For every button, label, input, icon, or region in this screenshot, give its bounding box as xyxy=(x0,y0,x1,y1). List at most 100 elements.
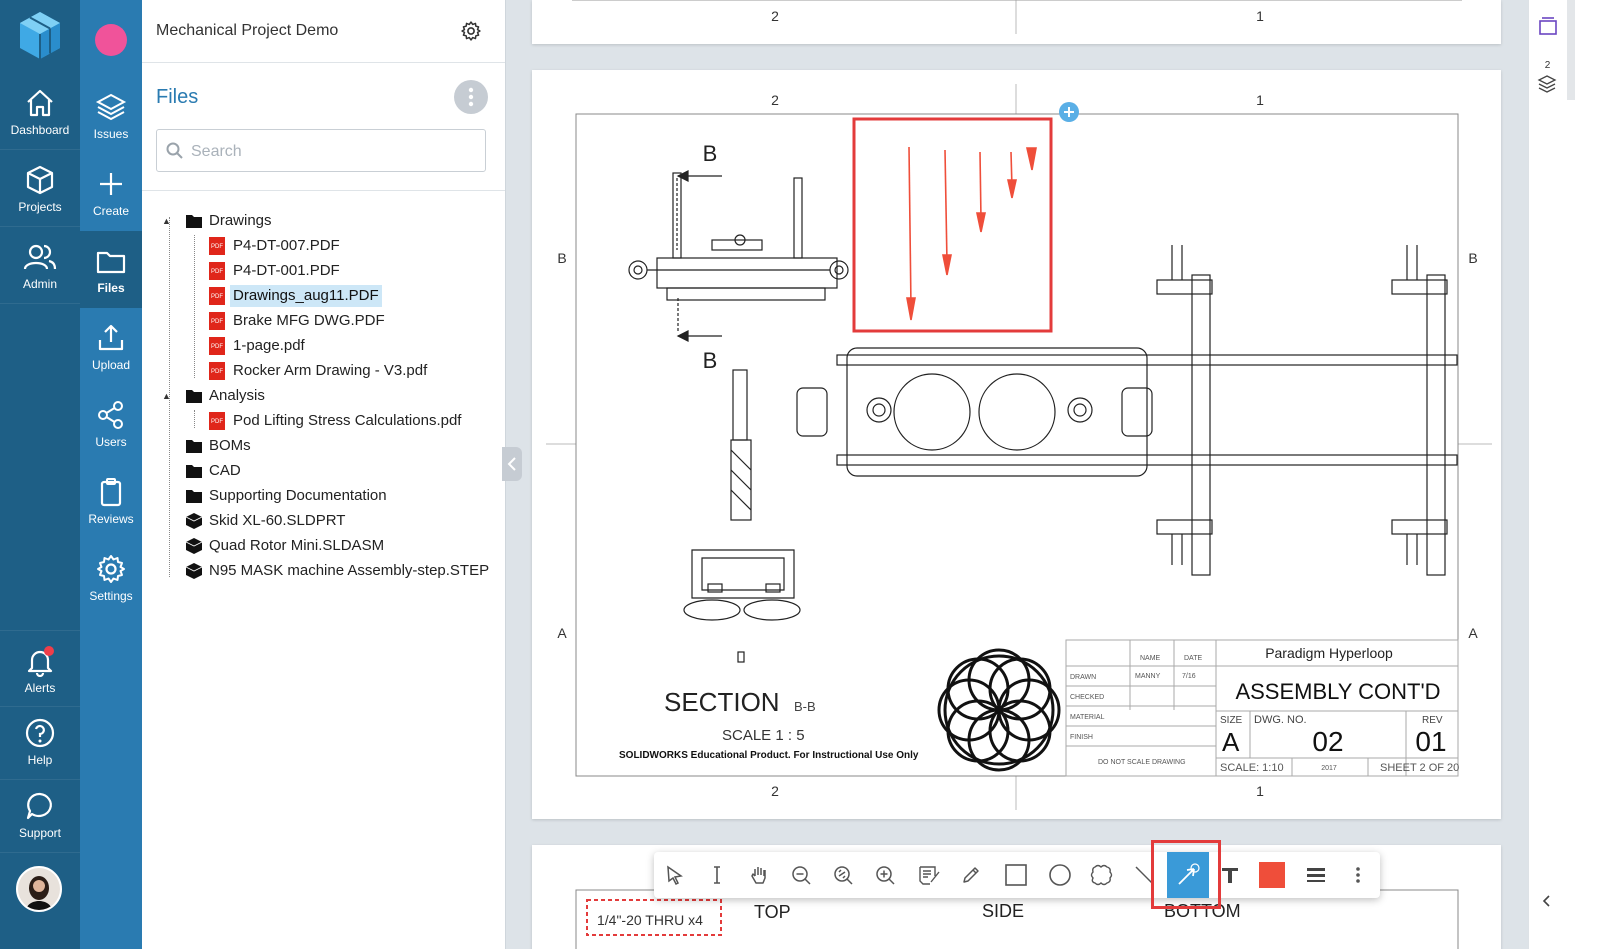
help-icon xyxy=(25,718,55,748)
section-title: SECTION xyxy=(664,687,780,717)
pan-tool[interactable] xyxy=(738,852,780,898)
svg-text:PDF: PDF xyxy=(211,294,223,300)
svg-text:B: B xyxy=(703,141,718,166)
note-tool[interactable] xyxy=(908,852,950,898)
svg-text:7/16: 7/16 xyxy=(1182,673,1196,680)
project-settings-button[interactable] xyxy=(460,20,482,47)
user-avatar[interactable] xyxy=(16,866,62,912)
color-picker[interactable] xyxy=(1251,852,1293,898)
svg-text:DATE: DATE xyxy=(1184,655,1202,662)
collapse-triangle-icon[interactable]: ▲ xyxy=(162,385,171,407)
app-logo[interactable] xyxy=(16,10,64,62)
line-weight-tool[interactable] xyxy=(1295,852,1337,898)
svg-text:PDF: PDF xyxy=(211,319,223,325)
nav-reviews-label: Reviews xyxy=(88,512,134,526)
nav-support[interactable]: Support xyxy=(0,776,80,853)
svg-text:SIDE: SIDE xyxy=(982,901,1024,921)
pdf-icon: PDF xyxy=(209,337,225,355)
tree-label: Analysis xyxy=(209,387,265,404)
nav-create-label: Create xyxy=(92,204,130,218)
nav-dashboard[interactable]: Dashboard xyxy=(0,73,80,150)
nav-admin-label: Admin xyxy=(22,277,57,291)
hand-icon xyxy=(751,867,766,884)
toolbar-more-button[interactable] xyxy=(1337,852,1379,898)
nav-create[interactable]: Create xyxy=(80,154,142,231)
nav-dashboard-label: Dashboard xyxy=(10,123,70,137)
ellipse-tool[interactable] xyxy=(1039,852,1081,898)
pdf-icon: PDF xyxy=(209,262,225,280)
pdf-icon: PDF xyxy=(209,237,225,255)
highlight-box xyxy=(1151,840,1221,909)
gear-icon xyxy=(97,555,125,583)
cloud-tool[interactable] xyxy=(1081,852,1123,898)
files-more-button[interactable] xyxy=(454,80,488,114)
tree-label: Rocker Arm Drawing - V3.pdf xyxy=(233,362,428,379)
nav-admin[interactable]: Admin xyxy=(0,227,80,304)
zone-label: A xyxy=(557,625,567,641)
zoom-fit-tool[interactable] xyxy=(822,852,864,898)
nav-alerts[interactable]: Alerts xyxy=(0,630,80,707)
folder-icon xyxy=(186,440,202,453)
folder-icon xyxy=(186,490,202,503)
tree-label: CAD xyxy=(209,462,241,479)
pdf-icon: PDF xyxy=(209,362,225,380)
nav-files[interactable]: Files xyxy=(80,231,142,308)
nav-reviews[interactable]: Reviews xyxy=(80,462,142,539)
project-color-dot[interactable] xyxy=(95,24,127,56)
tree-label: 1-page.pdf xyxy=(233,337,305,354)
drawing-page[interactable]: 2 1 2 1 B A B A B B SECTION B-B SCALE 1 … xyxy=(532,70,1501,819)
tree-label: P4-DT-001.PDF xyxy=(233,262,340,279)
layers-icon xyxy=(1537,75,1557,93)
zoom-in-tool[interactable] xyxy=(864,852,906,898)
svg-text:CHECKED: CHECKED xyxy=(1070,694,1104,701)
chevron-left-icon xyxy=(507,457,516,471)
users-icon xyxy=(23,244,57,270)
more-vertical-icon xyxy=(1356,867,1360,883)
fixture-front-view: B B xyxy=(628,141,849,373)
vertical-scrollbar[interactable] xyxy=(1567,0,1575,100)
markup-toolbar xyxy=(654,852,1380,898)
nav-users[interactable]: Users xyxy=(80,385,142,462)
nav-help[interactable]: Help xyxy=(0,703,80,780)
nav-projects[interactable]: Projects xyxy=(0,150,80,227)
expand-rail-button[interactable] xyxy=(1541,893,1553,914)
text-select-tool[interactable] xyxy=(696,852,738,898)
company-name: Paradigm Hyperloop xyxy=(1265,645,1393,661)
zoom-out-icon xyxy=(792,866,811,885)
svg-text:SIZE: SIZE xyxy=(1220,715,1243,726)
zone-label: B xyxy=(557,250,566,266)
markup-rectangle[interactable] xyxy=(852,117,1053,333)
plan-view xyxy=(796,245,1458,576)
svg-text:SCALE: 1:10: SCALE: 1:10 xyxy=(1220,762,1284,774)
nav-issues[interactable]: Issues xyxy=(80,77,142,154)
project-name: Mechanical Project Demo xyxy=(156,22,339,39)
markup-arrows[interactable] xyxy=(906,146,1037,321)
nav-settings[interactable]: Settings xyxy=(80,539,142,616)
document-viewer[interactable]: 2 1 2 1 2 1 B A B A B B SECTION B-B SCAL… xyxy=(506,0,1528,949)
nav-upload[interactable]: Upload xyxy=(80,308,142,385)
zone-label: 1 xyxy=(1256,92,1264,108)
right-rail: 2 xyxy=(1528,0,1566,949)
tree-label: Pod Lifting Stress Calculations.pdf xyxy=(233,412,462,429)
zoom-out-tool[interactable] xyxy=(780,852,822,898)
zone-label: B xyxy=(1468,250,1477,266)
freehand-tool[interactable] xyxy=(950,852,992,898)
svg-text:DWG. NO.: DWG. NO. xyxy=(1254,714,1307,726)
collapse-panel-button[interactable] xyxy=(502,447,522,481)
svg-text:01: 01 xyxy=(1415,726,1446,757)
chevron-left-icon xyxy=(1542,895,1550,907)
collapse-triangle-icon[interactable]: ▲ xyxy=(162,210,171,232)
search-input[interactable] xyxy=(189,140,473,164)
nav-alerts-label: Alerts xyxy=(24,681,56,695)
title-block xyxy=(1065,639,1459,777)
select-tool[interactable] xyxy=(654,852,696,898)
rectangle-tool[interactable] xyxy=(995,852,1037,898)
pages-button[interactable] xyxy=(1538,16,1558,41)
layers-button[interactable] xyxy=(1537,74,1557,99)
folder-icon xyxy=(186,465,202,478)
cube-icon xyxy=(185,513,203,529)
pages-icon xyxy=(1539,17,1557,35)
zone-label: A xyxy=(1468,625,1478,641)
line-weight-icon xyxy=(1307,868,1325,882)
gear-icon xyxy=(461,21,481,41)
